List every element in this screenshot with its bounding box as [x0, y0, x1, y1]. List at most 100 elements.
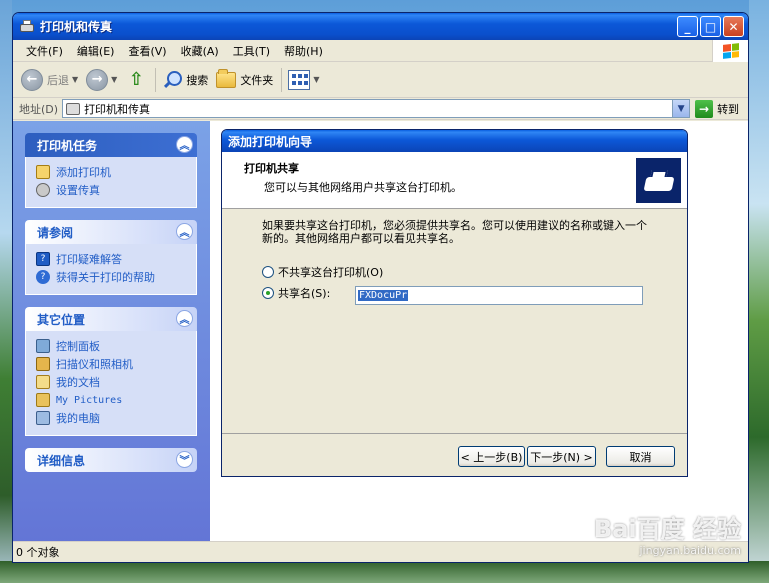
views-icon [288, 69, 311, 90]
watermark-logo: Bai百度 经验 [593, 515, 741, 543]
file-list-area: 添加打印机向导 打印机共享 您可以与其他网络用户共享这台打印机。 如果要共享这台… [210, 121, 748, 543]
watermark-url: jingyan.baidu.com [639, 544, 741, 557]
link-my-documents[interactable]: 我的文档 [36, 373, 196, 391]
collapse-icon[interactable]: ︽ [176, 136, 193, 153]
minimize-button[interactable]: _ [677, 16, 698, 37]
chevron-down-icon[interactable]: ▼ [313, 75, 319, 84]
toolbar-divider [281, 67, 283, 92]
menu-bar: 文件(F) 编辑(E) 查看(V) 收藏(A) 工具(T) 帮助(H) [13, 40, 748, 62]
wizard-title: 添加打印机向导 [228, 134, 313, 149]
link-setup-fax[interactable]: 设置传真 [36, 181, 196, 199]
chevron-down-icon[interactable]: ▼ [72, 75, 78, 84]
close-button[interactable]: ✕ [723, 16, 744, 37]
address-input[interactable]: 打印机和传真 ▼ [62, 99, 691, 118]
forward-arrow-icon: → [86, 68, 109, 91]
menu-edit[interactable]: 编辑(E) [70, 43, 122, 59]
link-troubleshoot[interactable]: ? 打印疑难解答 [36, 250, 196, 268]
go-button[interactable]: → 转到 [695, 99, 740, 118]
wizard-step-subtitle: 您可以与其他网络用户共享这台打印机。 [264, 181, 462, 194]
watermark: Bai百度 经验 jingyan.baidu.com [594, 509, 741, 557]
chevron-down-icon[interactable]: ▼ [111, 75, 117, 84]
content-area: 打印机任务 ︽ 添加打印机 设置传真 请参阅 ︽ ? 打印疑难解答 ? 获得关于… [13, 121, 748, 543]
search-button[interactable]: 搜索 [162, 70, 208, 90]
link-add-printer[interactable]: 添加打印机 [36, 163, 196, 181]
wizard-step-title: 打印机共享 [244, 162, 299, 175]
wizard-description: 如果要共享这台打印机，您必须提供共享名。您可以使用建议的名称或键入一个新的。其他… [262, 219, 647, 245]
fax-icon [36, 183, 50, 197]
share-name-input[interactable]: FXDocuPr [355, 286, 643, 305]
desktop-left [0, 0, 12, 583]
panel-title: 详细信息 [37, 453, 86, 468]
collapse-icon[interactable]: ︽ [176, 223, 193, 240]
scanner-icon [36, 357, 50, 371]
panel-header[interactable]: 其它位置 ︽ [25, 307, 197, 331]
panel-body: ? 打印疑难解答 ? 获得关于打印的帮助 [25, 244, 197, 295]
wizard-printer-icon [636, 158, 681, 203]
panel-printer-tasks: 打印机任务 ︽ 添加打印机 设置传真 [25, 133, 197, 208]
panel-details: 详细信息 ︾ [25, 448, 197, 472]
panel-see-also: 请参阅 ︽ ? 打印疑难解答 ? 获得关于打印的帮助 [25, 220, 197, 295]
panel-header[interactable]: 请参阅 ︽ [25, 220, 197, 244]
cancel-button[interactable]: 取消 [606, 446, 675, 467]
wizard-footer: < 上一步(B) 下一步(N) > 取消 [222, 433, 687, 476]
radio-label: 不共享这台打印机(O) [278, 266, 384, 279]
chevron-down-icon[interactable]: ▼ [672, 100, 690, 117]
link-control-panel[interactable]: 控制面板 [36, 337, 196, 355]
link-label: 打印疑难解答 [56, 253, 122, 266]
desktop-bottom [0, 561, 769, 583]
panel-header[interactable]: 详细信息 ︾ [25, 448, 197, 472]
panel-title: 请参阅 [37, 225, 74, 240]
link-print-help[interactable]: ? 获得关于打印的帮助 [36, 268, 196, 286]
menu-view[interactable]: 查看(V) [121, 43, 173, 59]
link-label: 扫描仪和照相机 [56, 358, 133, 371]
title-bar[interactable]: 打印机和传真 _ □ ✕ [13, 13, 748, 40]
toolbar: ← 后退 ▼ → ▼ ⇧ 搜索 文件夹 ▼ [13, 62, 748, 98]
folders-button[interactable]: 文件夹 [216, 68, 274, 88]
views-button[interactable]: ▼ [288, 69, 319, 90]
panel-body: 控制面板 扫描仪和照相机 我的文档 My Pictures 我的电脑 [25, 331, 197, 436]
link-my-pictures[interactable]: My Pictures [36, 391, 196, 409]
menu-tools[interactable]: 工具(T) [226, 43, 277, 59]
radio-button[interactable] [262, 287, 274, 299]
link-label: 添加打印机 [56, 166, 111, 179]
link-scanners-cameras[interactable]: 扫描仪和照相机 [36, 355, 196, 373]
status-text: 0 个对象 [16, 546, 60, 559]
menu-favorites[interactable]: 收藏(A) [174, 43, 226, 59]
search-label: 搜索 [186, 73, 209, 87]
panel-other-places: 其它位置 ︽ 控制面板 扫描仪和照相机 我的文档 My Pictures 我的电… [25, 307, 197, 436]
go-label: 转到 [717, 102, 740, 116]
menu-file[interactable]: 文件(F) [19, 43, 70, 59]
back-button[interactable]: ← 后退 ▼ [21, 68, 78, 91]
folders-label: 文件夹 [240, 73, 274, 87]
explorer-window: 打印机和传真 _ □ ✕ 文件(F) 编辑(E) 查看(V) 收藏(A) 工具(… [12, 12, 749, 563]
wizard-title-bar[interactable]: 添加打印机向导 [222, 130, 687, 152]
task-pane: 打印机任务 ︽ 添加打印机 设置传真 请参阅 ︽ ? 打印疑难解答 ? 获得关于… [13, 121, 210, 543]
up-button[interactable]: ⇧ [125, 69, 147, 91]
panel-title: 打印机任务 [37, 138, 98, 153]
radio-button[interactable] [262, 266, 274, 278]
link-my-computer[interactable]: 我的电脑 [36, 409, 196, 427]
menu-help[interactable]: 帮助(H) [277, 43, 330, 59]
folder-icon [216, 68, 237, 88]
address-label: 地址(D) [19, 102, 59, 116]
back-step-button[interactable]: < 上一步(B) [458, 446, 525, 467]
help-circle-icon: ? [36, 270, 50, 284]
radio-no-share[interactable]: 不共享这台打印机(O) [262, 263, 687, 281]
next-step-button[interactable]: 下一步(N) > [527, 446, 596, 467]
panel-header[interactable]: 打印机任务 ︽ [25, 133, 197, 157]
wizard-body: 如果要共享这台打印机，您必须提供共享名。您可以使用建议的名称或键入一个新的。其他… [222, 209, 687, 429]
computer-icon [36, 411, 50, 425]
pictures-folder-icon [36, 393, 50, 407]
expand-icon[interactable]: ︾ [176, 451, 193, 468]
control-panel-icon [36, 339, 50, 353]
radio-label: 共享名(S): [278, 287, 331, 300]
forward-button[interactable]: → ▼ [86, 68, 117, 91]
share-name-value: FXDocuPr [358, 290, 409, 301]
maximize-button[interactable]: □ [700, 16, 721, 37]
link-label: 我的文档 [56, 376, 100, 389]
link-label: My Pictures [56, 394, 123, 406]
collapse-icon[interactable]: ︽ [176, 310, 193, 327]
printer-icon [66, 102, 81, 115]
desktop-right [749, 0, 769, 583]
panel-title: 其它位置 [37, 312, 86, 327]
